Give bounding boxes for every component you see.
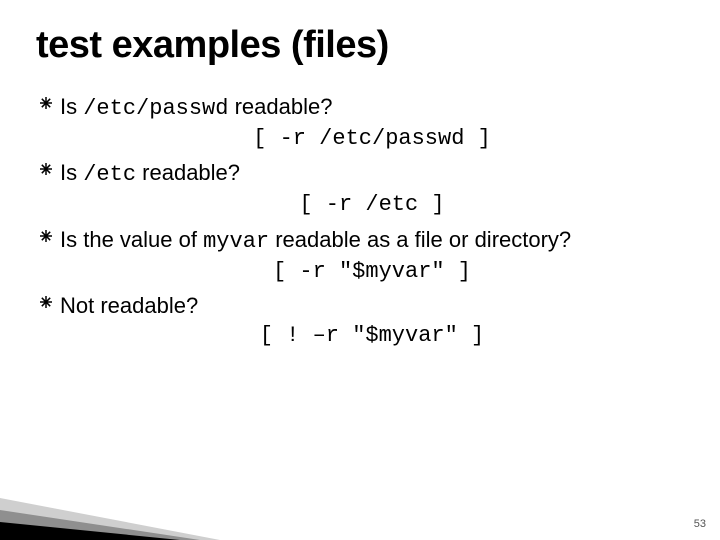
list-item: Not readable? bbox=[60, 292, 684, 320]
code-line: [ -r "$myvar" ] bbox=[60, 258, 684, 286]
item-text-post: readable? bbox=[136, 160, 240, 185]
swoosh-decoration bbox=[0, 460, 260, 540]
code-line: [ -r /etc ] bbox=[60, 191, 684, 219]
page-number: 53 bbox=[694, 518, 706, 530]
bullet-icon bbox=[40, 163, 52, 175]
item-text-pre: Is the value of bbox=[60, 227, 203, 252]
bullet-icon bbox=[40, 296, 52, 308]
item-text-post: readable as a file or directory? bbox=[269, 227, 571, 252]
code-line: [ -r /etc/passwd ] bbox=[60, 125, 684, 153]
slide-body: Is /etc/passwd readable? [ -r /etc/passw… bbox=[36, 93, 684, 350]
list-item: Is /etc readable? bbox=[60, 159, 684, 189]
slide-title: test examples (files) bbox=[36, 24, 684, 67]
list-item: Is the value of myvar readable as a file… bbox=[60, 226, 684, 256]
item-text-code: myvar bbox=[203, 229, 269, 254]
item-text-code: /etc/passwd bbox=[83, 96, 228, 121]
item-text-pre: Is bbox=[60, 160, 83, 185]
list-item: Is /etc/passwd readable? bbox=[60, 93, 684, 123]
code-line: [ ! –r "$myvar" ] bbox=[60, 322, 684, 350]
item-text-code: /etc bbox=[83, 162, 136, 187]
item-text-post: readable? bbox=[228, 94, 332, 119]
bullet-icon bbox=[40, 97, 52, 109]
item-text-pre: Not readable? bbox=[60, 293, 198, 318]
bullet-icon bbox=[40, 230, 52, 242]
slide: test examples (files) Is /etc/passwd rea… bbox=[0, 0, 720, 540]
item-text-pre: Is bbox=[60, 94, 83, 119]
